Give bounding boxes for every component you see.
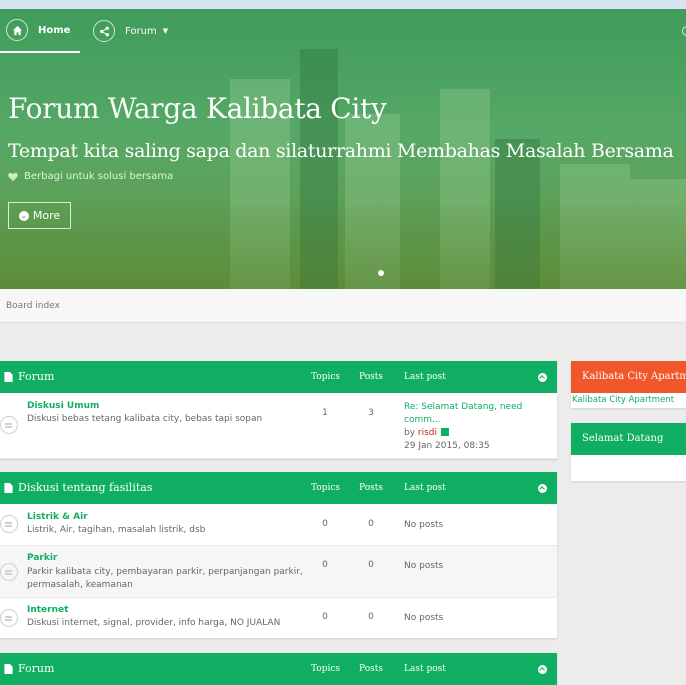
forum-read-icon — [0, 416, 18, 434]
share-icon — [93, 20, 115, 42]
caret-down-icon: ▼ — [162, 27, 169, 35]
top-nav: Home Forum ▼ — [0, 9, 686, 53]
category-title-text: Forum — [18, 662, 55, 675]
category-title: Diskusi tentang fasilitas — [4, 481, 152, 494]
forum-read-icon — [0, 609, 18, 627]
category-header: Forum Topics Posts Last post — [0, 653, 557, 685]
last-post-by: by — [404, 428, 416, 438]
nav-forum-label: Forum — [125, 25, 157, 37]
last-post: No posts — [404, 561, 444, 571]
chevron-down-circle-icon: ⌄ — [18, 210, 29, 221]
category-title: Forum — [4, 370, 54, 383]
collapse-icon[interactable] — [538, 484, 547, 493]
hero-banner: Home Forum ▼ Forum Warga Kalibata City T… — [0, 9, 686, 289]
last-post-link[interactable]: Re: Selamat Datang, need comm... — [404, 401, 534, 427]
collapse-icon[interactable] — [538, 665, 547, 674]
more-button[interactable]: ⌄ More — [8, 202, 71, 229]
forum-desc: Listrik, Air, tagihan, masalah listrik, … — [27, 525, 206, 535]
hero-shade — [0, 199, 686, 289]
document-icon — [4, 663, 13, 674]
breadcrumb-board-index[interactable]: Board index — [6, 301, 60, 311]
last-post-user[interactable]: risdi — [418, 428, 437, 438]
forum-topics-count: 0 — [322, 560, 328, 570]
forum-posts-count: 0 — [368, 519, 374, 529]
last-post: Re: Selamat Datang, need comm... by risd… — [404, 401, 534, 453]
forum-posts-count: 3 — [368, 408, 374, 418]
forum-posts-count: 0 — [368, 612, 374, 622]
col-last-post: Last post — [404, 483, 446, 493]
sidebar-link-apartment[interactable]: Kalibata City Apartment — [571, 393, 686, 407]
forum-topics-count: 0 — [322, 612, 328, 622]
breadcrumb-bar: Board index — [0, 289, 686, 323]
col-topics: Topics — [311, 483, 341, 493]
sidebar-box-title: Selamat Datang — [571, 423, 686, 455]
forum-row: Diskusi Umum Diskusi bebas tetang kaliba… — [0, 393, 557, 459]
col-posts: Posts — [359, 483, 383, 493]
heart-icon — [8, 172, 18, 181]
hero-tagline-text: Berbagi untuk solusi bersama — [24, 171, 174, 182]
col-posts: Posts — [359, 372, 383, 382]
forum-row: Internet Diskusi internet, signal, provi… — [0, 598, 557, 638]
col-last-post: Last post — [404, 372, 446, 382]
hero-title-light: Forum Warga — [8, 92, 198, 125]
hero-subtitle: Tempat kita saling sapa dan silaturrahmi… — [8, 140, 674, 162]
sidebar-box-welcome: Selamat Datang — [571, 423, 686, 481]
col-posts: Posts — [359, 664, 383, 674]
category-title-text: Forum — [18, 370, 55, 383]
forum-row: Listrik & Air Listrik, Air, tagihan, mas… — [0, 504, 557, 546]
nav-home[interactable]: Home — [0, 9, 80, 53]
category-panel: Forum Topics Posts Last post Diskusi Umu… — [0, 361, 557, 459]
carousel-indicator[interactable] — [378, 270, 384, 276]
category-header: Diskusi tentang fasilitas Topics Posts L… — [0, 472, 557, 504]
category-panel: Forum Topics Posts Last post — [0, 653, 557, 685]
more-button-label: More — [32, 209, 61, 222]
col-topics: Topics — [311, 664, 341, 674]
forum-title[interactable]: Parkir — [27, 553, 57, 563]
sidebar-box-apartment: Kalibata City Apartment Kalibata City Ap… — [571, 361, 686, 408]
forum-title[interactable]: Listrik & Air — [27, 512, 88, 522]
forum-read-icon — [0, 563, 18, 581]
col-topics: Topics — [311, 372, 341, 382]
category-title: Forum — [4, 662, 54, 675]
forum-topics-count: 0 — [322, 519, 328, 529]
hero-title: Forum Warga Kalibata City — [8, 92, 387, 125]
last-post: No posts — [404, 520, 444, 530]
category-title-text: Diskusi tentang fasilitas — [18, 481, 153, 494]
forum-posts-count: 0 — [368, 560, 374, 570]
category-panel: Diskusi tentang fasilitas Topics Posts L… — [0, 472, 557, 638]
home-icon — [6, 19, 28, 41]
collapse-icon[interactable] — [538, 373, 547, 382]
last-post: No posts — [404, 613, 444, 623]
forum-title[interactable]: Internet — [27, 605, 68, 615]
top-strip — [0, 0, 686, 9]
forum-title[interactable]: Diskusi Umum — [27, 401, 99, 411]
nav-home-label: Home — [38, 24, 71, 36]
forum-desc: Diskusi bebas tetang kalibata city, beba… — [27, 414, 263, 424]
forum-desc: Parkir kalibata city, pembayaran parkir,… — [27, 567, 303, 590]
nav-forum-dropdown[interactable]: Forum ▼ — [92, 9, 168, 53]
goto-post-icon[interactable] — [441, 428, 450, 436]
hero-tagline: Berbagi untuk solusi bersama — [8, 171, 173, 182]
document-icon — [4, 371, 13, 382]
document-icon — [4, 482, 13, 493]
category-header: Forum Topics Posts Last post — [0, 361, 557, 393]
last-post-time: 29 Jan 2015, 08:35 — [404, 441, 490, 451]
forum-desc: Diskusi internet, signal, provider, info… — [27, 618, 281, 628]
col-last-post: Last post — [404, 664, 446, 674]
hero-title-strong: Kalibata City — [205, 92, 387, 125]
sidebar-box-title: Kalibata City Apartment — [571, 361, 686, 393]
forum-read-icon — [0, 515, 18, 533]
forum-topics-count: 1 — [322, 408, 328, 418]
user-icon[interactable] — [682, 26, 686, 36]
forum-row: Parkir Parkir kalibata city, pembayaran … — [0, 546, 557, 598]
